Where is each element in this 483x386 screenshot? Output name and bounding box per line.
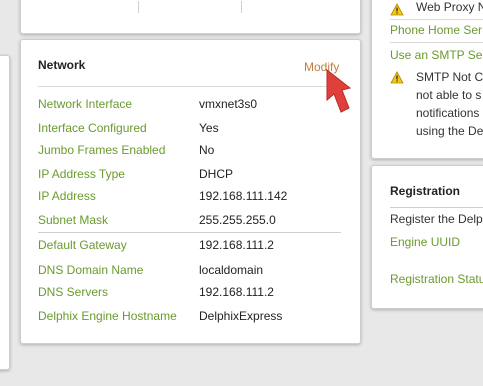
- phone-home-link[interactable]: Phone Home Ser: [390, 23, 482, 37]
- row-value: DelphixExpress: [199, 309, 283, 323]
- row-label: Delphix Engine Hostname: [38, 309, 177, 323]
- left-panel-edge: [0, 55, 10, 370]
- row-value: 255.255.255.0: [199, 213, 276, 227]
- network-row: Default Gateway 192.168.111.2: [38, 238, 348, 254]
- network-title: Network: [38, 58, 86, 72]
- row-value: No: [199, 143, 215, 157]
- divider: [38, 232, 341, 233]
- network-row: Subnet Mask 255.255.255.0: [38, 213, 348, 229]
- network-row: Jumbo Frames Enabled No: [38, 143, 348, 159]
- network-panel: Network Modify Network Interface vmxnet3…: [20, 39, 361, 344]
- row-label: Interface Configured: [38, 121, 147, 135]
- network-row: Delphix Engine Hostname DelphixExpress: [38, 309, 348, 325]
- network-row: Interface Configured Yes: [38, 121, 348, 137]
- network-row: IP Address 192.168.111.142: [38, 189, 348, 205]
- divider: [390, 19, 483, 20]
- warning-icon: [390, 3, 404, 16]
- network-row: DNS Servers 192.168.111.2: [38, 285, 348, 301]
- top-panel-fragment: [20, 0, 361, 34]
- row-label: Jumbo Frames Enabled: [38, 143, 166, 157]
- row-value: 192.168.111.2: [199, 285, 274, 299]
- row-value: DHCP: [199, 167, 234, 181]
- smtp-warning-line: not able to s: [416, 88, 482, 102]
- registration-status-label: Registration Statu: [390, 272, 483, 286]
- smtp-warning-line: using the De: [416, 124, 483, 138]
- engine-uuid-label: Engine UUID: [390, 235, 461, 249]
- row-label: IP Address Type: [38, 167, 125, 181]
- row-value: 192.168.111.142: [199, 189, 288, 203]
- row-label: Default Gateway: [38, 238, 127, 252]
- network-row: DNS Domain Name localdomain: [38, 263, 348, 279]
- registration-title: Registration: [390, 184, 461, 198]
- network-row: IP Address Type DHCP: [38, 167, 348, 183]
- row-label: Subnet Mask: [38, 213, 109, 227]
- row-value: localdomain: [199, 263, 264, 277]
- column-divider: [241, 1, 242, 13]
- column-divider: [138, 1, 139, 13]
- registration-panel: Registration Register the Delph Engine U…: [371, 165, 483, 309]
- smtp-warning-line: SMTP Not C: [416, 70, 483, 84]
- row-label: IP Address: [38, 189, 96, 203]
- divider: [390, 42, 483, 43]
- network-row: Network Interface vmxnet3s0: [38, 97, 348, 113]
- row-label: DNS Domain Name: [38, 263, 144, 277]
- register-text: Register the Delph: [390, 212, 483, 226]
- right-top-panel: Web Proxy N Phone Home Ser Use an SMTP S…: [371, 0, 483, 159]
- row-value: 192.168.111.2: [199, 238, 274, 252]
- divider: [390, 207, 483, 208]
- smtp-warning-line: notifications: [416, 106, 480, 120]
- smtp-link[interactable]: Use an SMTP Ser: [390, 48, 483, 62]
- divider: [38, 86, 341, 87]
- row-label: Network Interface: [38, 97, 133, 111]
- warning-icon: [390, 71, 404, 84]
- row-value: Yes: [199, 121, 219, 135]
- row-value: vmxnet3s0: [199, 97, 258, 111]
- row-label: DNS Servers: [38, 285, 109, 299]
- red-arrow-pointer-icon: [326, 68, 352, 113]
- web-proxy-text: Web Proxy N: [416, 0, 483, 14]
